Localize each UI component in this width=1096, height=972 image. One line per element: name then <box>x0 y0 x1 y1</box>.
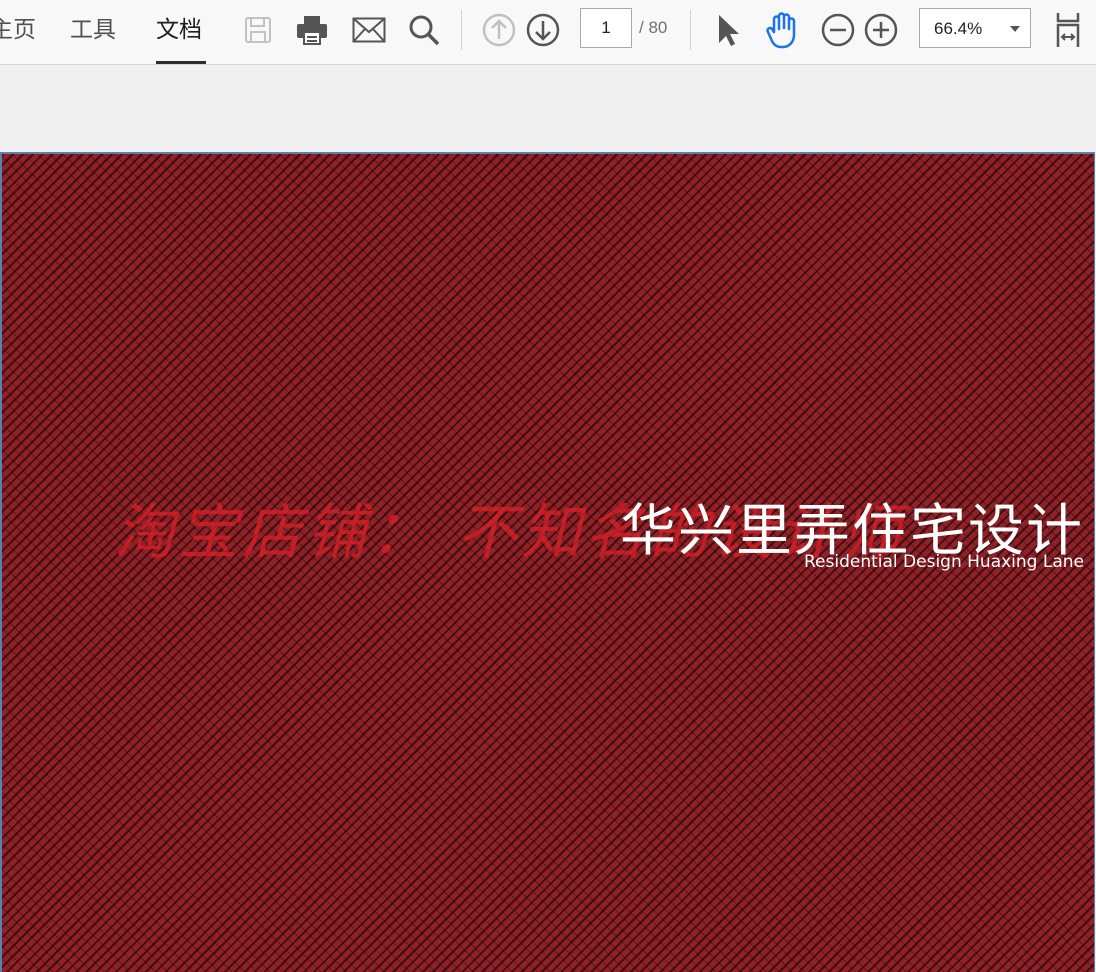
select-tool-button[interactable] <box>708 10 748 50</box>
toolbar-separator <box>461 10 462 50</box>
zoom-out-button[interactable] <box>818 10 858 50</box>
page-total: / 80 <box>639 18 668 37</box>
zoom-select[interactable]: 66.4% <box>919 8 1031 48</box>
tab-home[interactable]: 主页 <box>0 14 36 48</box>
document-page[interactable]: 淘宝店铺： 不知名的设计师 华兴里弄住宅设计 Residential Desig… <box>0 152 1095 972</box>
active-tab-indicator <box>156 61 206 64</box>
save-button[interactable] <box>238 10 278 50</box>
zoom-value: 66.4% <box>934 19 983 38</box>
save-icon <box>245 17 271 43</box>
next-page-button[interactable] <box>523 10 563 50</box>
document-viewer-background <box>0 65 1096 152</box>
hand-tool-button[interactable] <box>763 10 803 50</box>
chevron-down-icon <box>1010 26 1020 32</box>
zoom-in-icon <box>864 13 898 47</box>
page-number-input[interactable] <box>580 8 632 48</box>
previous-page-icon <box>482 13 516 47</box>
select-pointer-icon <box>719 15 739 46</box>
zoom-in-button[interactable] <box>861 10 901 50</box>
page-fit-button[interactable] <box>1048 10 1088 50</box>
tab-document[interactable]: 文档 <box>156 14 202 48</box>
tab-tools[interactable]: 工具 <box>70 14 116 48</box>
next-page-icon <box>526 13 560 47</box>
previous-page-button[interactable] <box>479 10 519 50</box>
hand-tool-icon <box>766 12 796 49</box>
search-button[interactable] <box>404 10 444 50</box>
print-button[interactable] <box>292 10 332 50</box>
search-icon <box>409 15 440 46</box>
toolbar-separator <box>690 10 691 50</box>
email-button[interactable] <box>349 10 389 50</box>
page-fit-icon <box>1056 13 1080 47</box>
toolbar: 主页 工具 文档 1 / 80 66.4% <box>0 0 1096 65</box>
email-icon <box>352 17 386 43</box>
document-subtitle: Residential Design Huaxing Lane <box>804 552 1084 572</box>
print-icon <box>297 16 327 45</box>
zoom-out-icon <box>821 13 855 47</box>
